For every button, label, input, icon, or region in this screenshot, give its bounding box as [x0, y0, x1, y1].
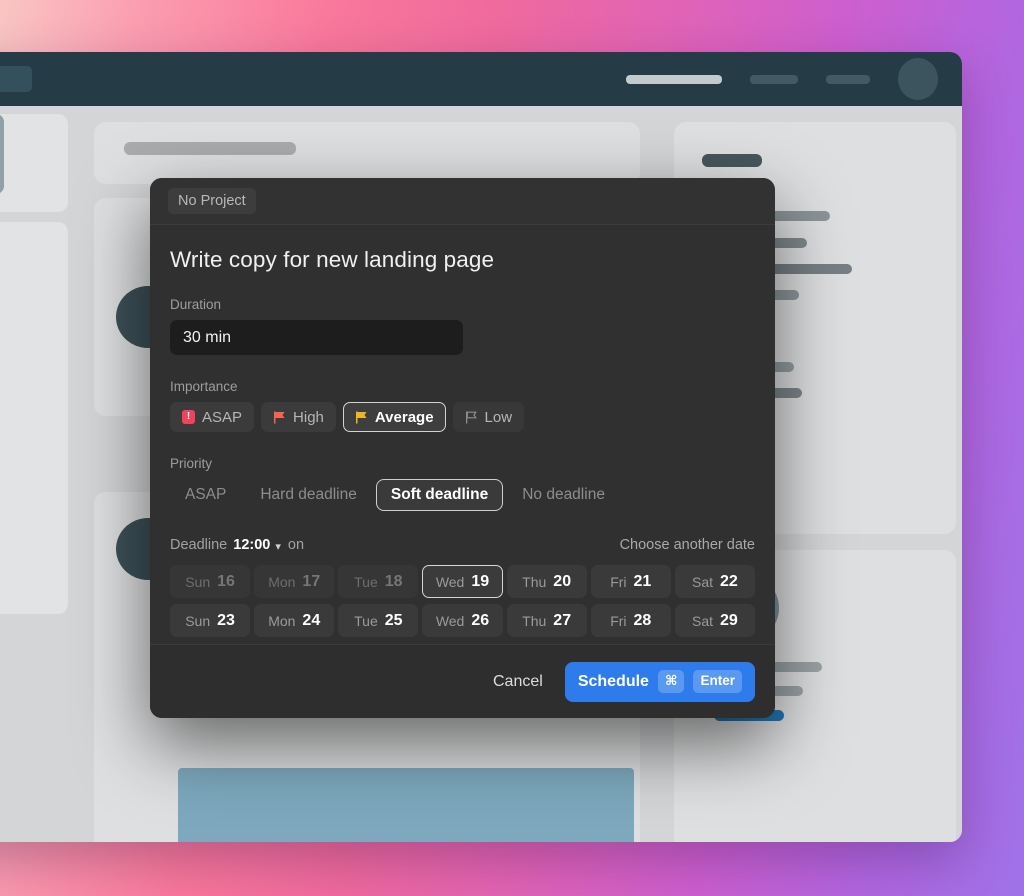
date-cell[interactable]: Mon 24: [254, 604, 335, 637]
date-number: 22: [720, 572, 738, 590]
flag-outline-icon: [465, 411, 478, 424]
date-cell[interactable]: Mon 17: [254, 565, 335, 598]
flag-icon: [273, 411, 286, 424]
date-dow: Wed: [435, 612, 465, 629]
date-number: 28: [633, 611, 652, 629]
enter-key-badge: Enter: [693, 670, 742, 693]
date-cell[interactable]: Sun 16: [170, 565, 251, 598]
deadline-prefix-label: Deadline: [170, 537, 228, 553]
date-number: 27: [553, 611, 572, 629]
main-card-highlight-block: [178, 768, 634, 842]
date-dow: Tue: [354, 573, 378, 590]
priority-label: Priority: [170, 456, 213, 471]
importance-label: Importance: [170, 379, 238, 394]
command-key-icon: ⌘: [657, 670, 685, 693]
date-cell-selected[interactable]: Wed 19: [422, 565, 503, 598]
modal-footer: Cancel Schedule ⌘ Enter: [150, 644, 775, 718]
header-bar-primary[interactable]: [626, 74, 722, 84]
date-number: 25: [384, 611, 403, 629]
duration-label: Duration: [170, 297, 222, 312]
header-bar-tertiary[interactable]: [826, 74, 870, 84]
date-number: 23: [217, 611, 235, 629]
importance-option-label: High: [293, 408, 324, 426]
priority-option-asap[interactable]: ASAP: [170, 479, 241, 511]
importance-options: ! ASAP High Average Low: [170, 402, 755, 432]
date-number: 21: [633, 572, 652, 590]
date-cell[interactable]: Wed 26: [422, 604, 503, 637]
schedule-button[interactable]: Schedule ⌘ Enter: [564, 661, 755, 702]
right-card-title-bar: [702, 154, 762, 167]
date-number: 26: [471, 611, 490, 629]
chevron-down-icon[interactable]: ▾: [275, 540, 281, 553]
date-dow: Sun: [185, 573, 211, 590]
deadline-suffix-label: on: [287, 537, 305, 553]
date-number: 19: [471, 572, 490, 590]
schedule-task-modal: No Project Write copy for new landing pa…: [150, 178, 775, 718]
priority-options: ASAP Hard deadline Soft deadline No dead…: [170, 479, 755, 511]
date-cell[interactable]: Tue 25: [338, 604, 419, 637]
importance-option-low[interactable]: Low: [452, 402, 525, 432]
date-dow: Mon: [268, 612, 296, 629]
priority-option-hard-deadline[interactable]: Hard deadline: [245, 479, 372, 511]
date-dow: Sat: [692, 573, 714, 590]
sidebar-card-bottom: [0, 222, 68, 614]
task-title[interactable]: Write copy for new landing page: [170, 247, 755, 273]
sidebar-card-top: [0, 114, 68, 212]
date-number: 29: [720, 611, 738, 629]
header-right-group: [626, 58, 938, 100]
deadline-row: Deadline 12:00 ▾ on Choose another date: [170, 537, 755, 553]
date-cell[interactable]: Sat 29: [674, 604, 755, 637]
screenshot-root: { "background": { "gradient_start": "#f9…: [0, 0, 1024, 896]
flag-icon: [355, 411, 368, 424]
deadline-time-value[interactable]: 12:00: [233, 537, 270, 553]
date-cell[interactable]: Tue 18: [338, 565, 419, 598]
importance-option-label: ASAP: [202, 408, 243, 426]
importance-option-label: Low: [484, 408, 513, 426]
date-number: 18: [384, 572, 403, 590]
header-nav-chip[interactable]: [0, 66, 32, 92]
date-dow: Tue: [354, 612, 378, 629]
importance-option-asap[interactable]: ! ASAP: [170, 402, 255, 432]
date-number: 17: [302, 572, 321, 590]
header-bar-secondary[interactable]: [750, 74, 798, 84]
date-dow: Sun: [185, 612, 211, 629]
date-number: 24: [302, 611, 321, 629]
date-cell[interactable]: Sun 23: [170, 604, 251, 637]
project-selector-chip[interactable]: No Project: [168, 188, 256, 214]
date-dow: Sat: [692, 612, 714, 629]
date-dow: Fri: [610, 573, 627, 590]
date-dow: Mon: [268, 573, 296, 590]
cancel-button[interactable]: Cancel: [493, 673, 543, 691]
date-cell[interactable]: Fri 21: [590, 565, 671, 598]
avatar[interactable]: [898, 58, 938, 100]
date-cell[interactable]: Fri 28: [590, 604, 671, 637]
date-picker-grid: Sun 16 Mon 17 Tue 18 Wed 19 Thu 20 Fri 2…: [170, 565, 755, 637]
importance-option-high[interactable]: High: [261, 402, 336, 432]
choose-another-date-link[interactable]: Choose another date: [620, 537, 755, 553]
duration-input[interactable]: [170, 320, 463, 355]
schedule-button-label: Schedule: [577, 672, 649, 690]
date-dow: Thu: [522, 612, 547, 629]
date-number: 20: [553, 572, 572, 590]
importance-option-average[interactable]: Average: [342, 402, 446, 432]
date-cell[interactable]: Sat 22: [674, 565, 755, 598]
date-cell[interactable]: Thu 27: [506, 604, 587, 637]
sidebar-tile[interactable]: [0, 114, 4, 194]
date-row-week-2: Sun 23 Mon 24 Tue 25 Wed 26 Thu 27 Fri 2…: [170, 604, 755, 637]
date-dow: Thu: [522, 573, 547, 590]
alert-box-icon: !: [182, 410, 195, 424]
date-number: 16: [217, 572, 235, 590]
priority-option-no-deadline[interactable]: No deadline: [507, 479, 620, 511]
importance-option-label: Average: [374, 408, 434, 426]
date-row-week-1: Sun 16 Mon 17 Tue 18 Wed 19 Thu 20 Fri 2…: [170, 565, 755, 598]
date-dow: Fri: [610, 612, 627, 629]
priority-option-soft-deadline[interactable]: Soft deadline: [375, 479, 504, 511]
date-dow: Wed: [435, 573, 465, 590]
main-card-top-bar: [124, 142, 296, 155]
app-header: [0, 52, 962, 106]
modal-header: No Project: [150, 178, 775, 225]
date-cell[interactable]: Thu 20: [506, 565, 587, 598]
modal-content: Write copy for new landing page Duration…: [150, 225, 775, 637]
